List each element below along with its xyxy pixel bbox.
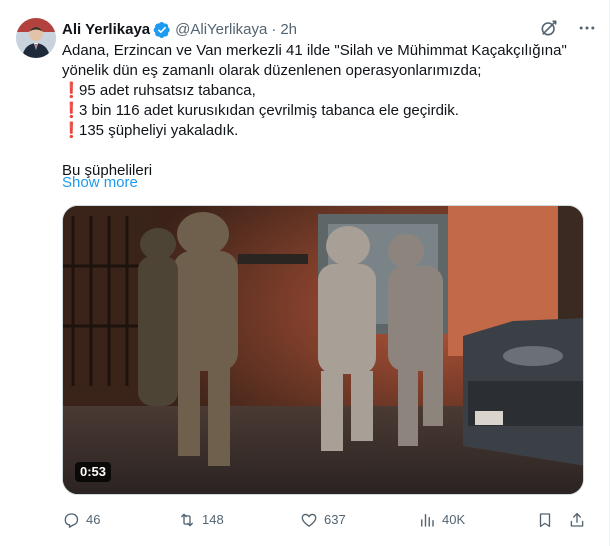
tweet-card[interactable]: Ali Yerlikaya @AliYerlikaya · 2h Adana, … [0, 0, 610, 546]
more-icon[interactable] [577, 18, 597, 38]
share-icon [570, 512, 584, 527]
reply-icon [64, 513, 79, 528]
views-icon [421, 514, 434, 527]
avatar-image [16, 18, 56, 58]
video-duration: 0:53 [75, 462, 112, 482]
tweet-text-line: Adana, Erzincan ve Van merkezli 41 ilde … [62, 42, 567, 59]
tweet-bullet: ❗135 şüpheliyi yakaladık. [62, 121, 602, 141]
video-player[interactable]: 0:53 [62, 205, 584, 495]
bookmark-button[interactable] [536, 510, 554, 530]
like-button[interactable]: 637 [300, 510, 346, 530]
exclamation-icon: ❗ [62, 82, 81, 99]
repost-button[interactable]: 148 [178, 510, 224, 530]
tweet-bullet: ❗3 bin 116 adet kurusıkıdan çevrilmiş ta… [62, 101, 602, 121]
tweet-bullet-text: 135 şüpheliyi yakaladık. [79, 122, 239, 139]
reply-count: 46 [86, 512, 101, 527]
video-frame [63, 206, 583, 494]
tweet-bullet-text: 3 bin 116 adet kurusıkıdan çevrilmiş tab… [79, 102, 459, 119]
author-handle[interactable]: @AliYerlikaya [175, 20, 267, 40]
reply-button[interactable]: 46 [62, 510, 100, 530]
exclamation-icon: ❗ [62, 122, 81, 139]
grok-icon[interactable] [539, 18, 559, 38]
views-count: 40K [442, 512, 466, 527]
tweet-bullet: ❗95 adet ruhsatsız tabanca, [62, 81, 602, 101]
share-button[interactable] [568, 510, 586, 530]
repost-icon [181, 513, 193, 527]
like-count: 637 [324, 512, 346, 527]
tweet-text-blank [62, 141, 602, 161]
author-display-name[interactable]: Ali Yerlikaya [62, 20, 150, 40]
repost-count: 148 [202, 512, 224, 527]
show-more-link[interactable]: Show more [62, 173, 138, 193]
tweet-text-line: Bu şüphelileri [62, 162, 153, 179]
separator: · [271, 21, 277, 38]
tweet-header: Ali Yerlikaya @AliYerlikaya · 2h [62, 20, 597, 40]
bookmark-icon [539, 513, 551, 528]
tweet-text: Adana, Erzincan ve Van merkezli 41 ilde … [62, 41, 602, 181]
verified-badge-icon [153, 21, 171, 39]
timestamp[interactable]: 2h [280, 20, 297, 40]
avatar[interactable] [16, 18, 56, 58]
heart-icon [301, 513, 317, 527]
exclamation-icon: ❗ [62, 102, 81, 119]
tweet-text-line: yönelik dün eş zamanlı olarak düzenlenen… [62, 62, 482, 79]
views-button[interactable]: 40K [418, 510, 465, 530]
tweet-bullet-text: 95 adet ruhsatsız tabanca, [79, 82, 256, 99]
action-bar: 46 148 637 40K [62, 510, 592, 530]
